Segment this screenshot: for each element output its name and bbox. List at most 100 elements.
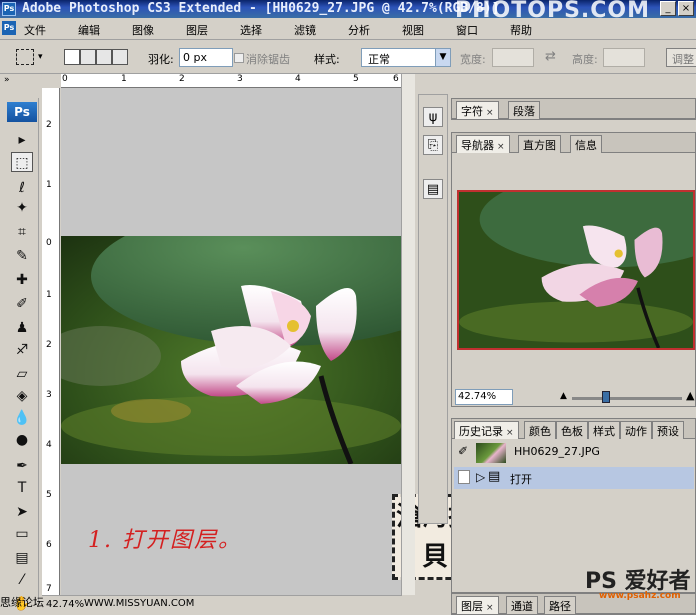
tab-channels[interactable]: 通道	[506, 596, 538, 614]
zoom-slider-thumb[interactable]	[602, 391, 610, 403]
history-snapshot[interactable]: ✐ HH0629_27.JPG	[454, 441, 694, 463]
close-icon[interactable]: ×	[486, 108, 494, 118]
menu-window[interactable]: 窗口	[456, 22, 478, 38]
type-tool-icon[interactable]: T	[11, 478, 33, 498]
tab-histogram[interactable]: 直方图	[518, 135, 561, 153]
ps-logo[interactable]: Ps	[7, 102, 37, 122]
brush-tool-icon[interactable]: ✐	[11, 294, 33, 314]
tab-actions[interactable]: 动作	[620, 421, 652, 439]
ps-menu-icon[interactable]: Ps	[2, 21, 16, 35]
notes-tool-icon[interactable]: ▤	[11, 548, 33, 568]
status-zoom[interactable]: 42.74%	[46, 599, 84, 610]
magic-wand-tool-icon[interactable]: ✦	[11, 198, 33, 218]
close-icon[interactable]: ×	[506, 428, 514, 438]
dodge-tool-icon[interactable]: ●	[11, 430, 33, 450]
menu-help[interactable]: 帮助	[510, 22, 532, 38]
tab-navigator[interactable]: 导航器 ×	[456, 135, 510, 153]
intersect-selection-icon[interactable]	[112, 49, 128, 65]
close-icon[interactable]: ×	[497, 142, 505, 152]
navigator-panel-icon[interactable]: ⎘	[423, 135, 443, 155]
add-selection-icon[interactable]	[80, 49, 96, 65]
close-icon[interactable]: ×	[486, 603, 494, 613]
zoom-slider-track[interactable]	[572, 397, 682, 400]
ruler-tick: 3	[46, 390, 52, 400]
eyedropper-tool-icon[interactable]: ⁄	[11, 570, 33, 590]
snapshot-thumbnail	[476, 443, 506, 463]
tab-paths-label: 路径	[549, 600, 571, 613]
menu-layer[interactable]: 图层	[186, 22, 208, 38]
history-panel-tabs: 历史记录 × 颜色 色板 样式 动作 预设	[452, 419, 695, 439]
menu-select[interactable]: 选择	[240, 22, 262, 38]
tab-swatches[interactable]: 色板	[556, 421, 588, 439]
antialias-checkbox[interactable]	[234, 53, 244, 63]
tab-character[interactable]: 字符 ×	[456, 101, 499, 119]
options-bar: ▾ 羽化: 0 px 消除锯齿 样式: 正常 ▼ 宽度: ⇄ 高度: 调整	[0, 40, 696, 74]
pen-tool-icon[interactable]: ✒	[11, 456, 33, 476]
height-input[interactable]	[603, 48, 645, 67]
slice-tool-icon[interactable]: ✎	[11, 246, 33, 266]
tab-paragraph[interactable]: 段落	[508, 101, 540, 119]
blur-tool-icon[interactable]: 💧	[11, 408, 33, 428]
tab-presets[interactable]: 预设	[652, 421, 684, 439]
close-button[interactable]: ×	[678, 1, 694, 16]
tab-styles[interactable]: 样式	[588, 421, 620, 439]
navigator-zoom-input[interactable]: 42.74%	[455, 389, 513, 405]
ruler-tick: 2	[46, 340, 52, 350]
new-selection-icon[interactable]	[64, 49, 80, 65]
ruler-tick: 0	[62, 74, 68, 84]
tab-info[interactable]: 信息	[570, 135, 602, 153]
history-brush-source[interactable]	[458, 470, 470, 484]
zoom-out-icon[interactable]: ▲	[560, 391, 567, 401]
minimize-button[interactable]: _	[660, 1, 676, 16]
marquee-preset-icon[interactable]	[16, 49, 34, 65]
move-tool-icon[interactable]: ▸	[11, 130, 33, 150]
forum-watermark: 思缘论坛	[0, 596, 44, 609]
menu-filter[interactable]: 滤镜	[294, 22, 316, 38]
paint-bucket-tool-icon[interactable]: ◈	[11, 386, 33, 406]
history-state-open[interactable]: ▷ ▤ 打开	[454, 467, 694, 489]
ruler-tick: 4	[46, 440, 52, 450]
width-input[interactable]	[492, 48, 534, 67]
notes-panel-icon[interactable]: ▤	[423, 179, 443, 199]
step-note: 1. 打开图层。	[88, 528, 242, 553]
path-selection-tool-icon[interactable]: ➤	[11, 502, 33, 522]
tools-grip[interactable]: »	[0, 74, 60, 88]
ps-badge-site: www.psahz.com	[599, 591, 681, 601]
tab-layers[interactable]: 图层 ×	[456, 596, 499, 614]
menu-edit[interactable]: 编辑	[78, 22, 100, 38]
navigator-thumbnail[interactable]	[457, 190, 695, 350]
document-icon: ▤	[488, 469, 501, 484]
history-brush-icon[interactable]: ✐	[458, 444, 468, 458]
menu-file[interactable]: 文件	[24, 22, 46, 38]
tab-history[interactable]: 历史记录 ×	[454, 421, 519, 439]
eraser-tool-icon[interactable]: ▱	[11, 364, 33, 384]
healing-brush-tool-icon[interactable]: ✚	[11, 270, 33, 290]
character-panel: 字符 × 段落	[451, 98, 696, 120]
tab-paths[interactable]: 路径	[544, 596, 576, 614]
chevron-down-icon[interactable]: ▼	[435, 49, 450, 66]
tab-color[interactable]: 颜色	[524, 421, 556, 439]
style-select[interactable]: 正常 ▼	[361, 48, 451, 67]
vertical-scrollbar[interactable]	[401, 74, 415, 595]
menu-image[interactable]: 图像	[132, 22, 154, 38]
menu-analysis[interactable]: 分析	[348, 22, 370, 38]
feather-input[interactable]: 0 px	[179, 48, 233, 67]
preset-dropdown-icon[interactable]: ▾	[38, 52, 43, 62]
character-panel-icon[interactable]: ψ	[423, 107, 443, 127]
subtract-selection-icon[interactable]	[96, 49, 112, 65]
ruler-tick: 6	[393, 74, 399, 84]
tab-presets-label: 预设	[657, 425, 679, 438]
lasso-tool-icon[interactable]: ℓ	[11, 178, 33, 198]
marquee-tool-icon[interactable]: ⬚	[11, 152, 33, 172]
style-select-value: 正常	[368, 53, 390, 66]
feather-label: 羽化:	[148, 53, 174, 66]
zoom-in-icon[interactable]: ▲	[686, 389, 694, 402]
lotus-photo[interactable]	[61, 236, 401, 464]
swap-icon[interactable]: ⇄	[545, 49, 556, 64]
refine-edge-button[interactable]: 调整	[666, 48, 696, 67]
history-brush-tool-icon[interactable]: ♐	[11, 340, 33, 360]
crop-tool-icon[interactable]: ⌗	[11, 222, 33, 242]
rectangle-tool-icon[interactable]: ▭	[11, 524, 33, 544]
menu-view[interactable]: 视图	[402, 22, 424, 38]
clone-stamp-tool-icon[interactable]: ♟	[11, 318, 33, 338]
